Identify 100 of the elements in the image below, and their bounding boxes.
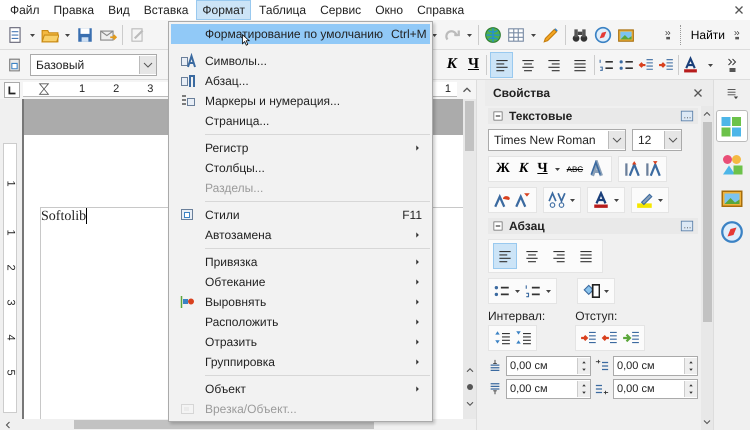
more-options-icon[interactable] [680, 109, 694, 123]
menu-bar-item[interactable]: Сервис [314, 0, 368, 20]
spin-up-icon[interactable] [687, 382, 695, 389]
paragraph-style-dropdown[interactable]: Базовый [30, 54, 157, 76]
menu-item[interactable]: Группировка [171, 352, 430, 372]
underline-button[interactable]: Ч [464, 56, 483, 73]
collapse-icon[interactable] [492, 220, 504, 232]
compass-icon[interactable] [594, 26, 612, 44]
spin-field[interactable]: 0,00 см [613, 356, 698, 376]
menu-bar-item[interactable]: Правка [48, 0, 100, 20]
menu-item[interactable]: Расположить [171, 312, 430, 332]
menu-item[interactable]: Форматирование по умолчанию Ctrl+M [171, 24, 430, 44]
font-color-icon[interactable] [682, 56, 699, 74]
subscript-icon[interactable] [514, 191, 532, 209]
superscript-icon[interactable] [493, 191, 511, 209]
spin-field[interactable]: 0,00 см [613, 379, 698, 399]
menu-item[interactable]: Стили F11 [171, 205, 430, 225]
document-text[interactable]: Softolib [41, 208, 86, 225]
align-objects-icon [180, 294, 196, 310]
spin-down-icon[interactable] [580, 366, 588, 373]
menu-bar-item[interactable]: Вставка [138, 0, 194, 20]
spin-up-icon[interactable] [687, 359, 695, 366]
scrollbar-thumb[interactable] [702, 122, 712, 322]
collapse-icon[interactable] [492, 110, 504, 122]
spin-field[interactable]: 0,00 см [506, 379, 591, 399]
cubes-icon [720, 114, 744, 138]
tab-stop-icon[interactable] [4, 82, 20, 98]
sidebar-title: Свойства [493, 86, 550, 100]
menu-item[interactable]: Символы... [171, 51, 430, 71]
vertical-scrollbar[interactable] [463, 99, 476, 419]
sidebar-menu-icon[interactable] [725, 86, 739, 100]
highlighter-icon[interactable] [636, 191, 654, 209]
indent-before-icon [595, 359, 609, 373]
font-color-icon[interactable] [592, 191, 610, 209]
globe-icon[interactable] [484, 26, 502, 44]
menu-item[interactable]: Страница... [171, 111, 430, 131]
frame-icon [180, 401, 196, 417]
increase-spacing-icon[interactable] [493, 329, 511, 347]
decrease-spacing-icon[interactable] [514, 329, 532, 347]
menu-item[interactable]: Автозамена [171, 225, 430, 245]
ruler-number: 1 [4, 229, 16, 236]
more-options-icon[interactable] [680, 219, 694, 233]
spin-down-icon[interactable] [687, 389, 695, 396]
spin-up-icon[interactable] [580, 382, 588, 389]
menu-bar-item[interactable]: Справка [411, 0, 470, 20]
compass-icon[interactable] [720, 220, 744, 244]
character-spacing-icon[interactable] [548, 191, 566, 209]
ruler-number: 3 [147, 83, 154, 95]
menu-item[interactable]: Абзац... [171, 71, 430, 91]
menu-bar-item[interactable]: Файл [4, 0, 46, 20]
spin-down-icon[interactable] [687, 366, 695, 373]
align-left-button[interactable] [490, 52, 513, 78]
menu-bar-item[interactable]: Таблица [253, 0, 312, 20]
paragraph-background-icon[interactable] [582, 282, 600, 300]
ruler-number: 1 [444, 83, 451, 95]
italic-button[interactable]: К [516, 161, 532, 177]
find-button[interactable]: Найти [686, 26, 729, 44]
menu-item[interactable]: Столбцы... [171, 158, 430, 178]
menu-item[interactable]: Отразить [171, 332, 430, 352]
ruler-number: 4 [4, 334, 16, 341]
spacing-above-icon [488, 359, 502, 373]
menu-item[interactable]: Маркеры и нумерация... [171, 91, 430, 111]
ruler-number: 1 [79, 83, 86, 95]
grow-font-icon[interactable] [623, 160, 642, 178]
menu-bar-item[interactable]: Окно [369, 0, 410, 20]
menu-bar-item[interactable]: Вид [102, 0, 136, 20]
strikethrough-button[interactable]: ABC [564, 164, 586, 174]
font-icon [180, 53, 196, 69]
spin-up-icon[interactable] [580, 359, 588, 366]
menu-item[interactable]: Выровнять [171, 292, 430, 312]
indent-label: Отступ: [575, 309, 618, 323]
font-size-dropdown[interactable]: 12 [632, 129, 682, 151]
sidebar-scrollbar[interactable] [701, 106, 713, 430]
dropdown-icon[interactable] [664, 131, 681, 149]
ruler-number: 3 [4, 299, 16, 306]
dropdown-icon[interactable] [608, 131, 625, 149]
pencil-icon[interactable] [542, 26, 560, 44]
menu-item[interactable]: Обтекание [171, 272, 430, 292]
spacing-below-icon [488, 382, 502, 396]
indent-marker-icon[interactable] [37, 82, 51, 96]
table-icon[interactable] [506, 26, 525, 44]
align-left-button[interactable] [493, 243, 517, 269]
bullets-icon [180, 93, 196, 109]
gallery-icon[interactable] [720, 152, 744, 176]
menu-item[interactable]: Регистр [171, 138, 430, 158]
menu-item[interactable]: Объект [171, 379, 430, 399]
spacing-label: Интервал: [488, 309, 546, 323]
dropdown-icon[interactable] [139, 56, 156, 74]
menu-bar-item[interactable]: Формат [196, 0, 252, 20]
shrink-font-icon[interactable] [644, 160, 662, 178]
italic-button[interactable]: К [442, 56, 461, 73]
menu-item[interactable]: Привязка [171, 252, 430, 272]
section-title: Абзац [509, 219, 545, 233]
underline-button[interactable]: Ч [534, 161, 551, 177]
font-name-dropdown[interactable]: Times New Roman [488, 129, 626, 151]
styles-icon[interactable] [6, 56, 23, 74]
spin-down-icon[interactable] [580, 389, 588, 396]
scrollbar-thumb[interactable] [465, 101, 474, 151]
bold-button[interactable]: Ж [493, 161, 513, 177]
spin-field[interactable]: 0,00 см [506, 356, 591, 376]
